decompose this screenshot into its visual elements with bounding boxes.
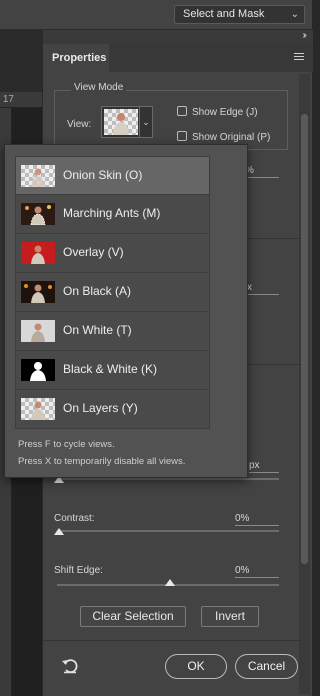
person-icon [31, 168, 45, 187]
black-white-thumbnail [21, 359, 55, 381]
menu-item-label: Onion Skin (O) [63, 168, 143, 182]
on-white-thumbnail [21, 320, 55, 342]
top-options-bar: Select and Mask ⌄ [0, 0, 312, 30]
contrast-slider-track[interactable] [57, 530, 279, 532]
ruler-number: 17 [2, 94, 14, 105]
horizontal-ruler: 17 [0, 92, 42, 108]
ok-button[interactable]: OK [165, 654, 227, 679]
checkbox-icon [177, 131, 187, 141]
menu-item-label: On Layers (Y) [63, 401, 138, 415]
panel-menu-icon[interactable] [294, 53, 304, 63]
cycle-views-hint: Press F to cycle views. [18, 439, 115, 450]
cancel-button[interactable]: Cancel [235, 654, 298, 679]
view-label: View: [67, 119, 92, 130]
opacity-value[interactable]: % [245, 165, 279, 178]
panel-collapse-strip: ›› [43, 30, 313, 44]
person-icon [30, 362, 46, 381]
show-edge-label: Show Edge (J) [192, 107, 258, 118]
marching-ants-thumbnail [21, 203, 55, 226]
checkbox-icon [177, 106, 187, 116]
menu-item-label: Marching Ants (M) [63, 206, 161, 220]
contrast-label: Contrast: [54, 513, 95, 524]
chevron-down-icon: ⌄ [139, 107, 152, 137]
clear-selection-button[interactable]: Clear Selection [80, 606, 186, 627]
overlay-thumbnail [21, 242, 55, 264]
feather-slider-track[interactable] [57, 478, 279, 480]
workspace-select-label: Select and Mask [183, 8, 265, 20]
menu-item-overlay[interactable]: Overlay (V) [15, 234, 210, 273]
onion-skin-thumbnail [21, 165, 55, 187]
menu-item-marching-ants[interactable]: Marching Ants (M) [15, 195, 210, 234]
feather-value[interactable]: px [249, 460, 279, 473]
tab-properties[interactable]: Properties [43, 44, 109, 72]
panel-scrollbar[interactable] [299, 74, 310, 694]
menu-item-black-white[interactable]: Black & White (K) [15, 351, 210, 390]
menu-item-on-white[interactable]: On White (T) [15, 312, 210, 351]
show-original-label: Show Original (P) [192, 132, 271, 143]
person-icon [25, 205, 51, 226]
shift-edge-slider-thumb[interactable] [165, 579, 175, 586]
shift-edge-label: Shift Edge: [54, 565, 103, 576]
shift-edge-value[interactable]: 0% [235, 565, 279, 578]
menu-item-label: On White (T) [63, 323, 132, 337]
view-mode-menu: Onion Skin (O) Marching Ants (M) Overlay… [4, 144, 248, 478]
show-original-checkbox[interactable]: Show Original (P) [177, 131, 270, 143]
view-mode-title: View Mode [71, 82, 127, 93]
panel-tab-row: Properties [43, 44, 313, 72]
on-black-thumbnail [21, 281, 55, 303]
section-divider [43, 640, 301, 641]
person-icon [31, 323, 45, 342]
view-thumbnail [104, 109, 138, 135]
menu-item-on-black[interactable]: On Black (A) [15, 273, 210, 312]
show-edge-checkbox[interactable]: Show Edge (J) [177, 106, 258, 118]
double-chevron-right-icon[interactable]: ›› [302, 30, 306, 41]
menu-item-label: On Black (A) [63, 284, 132, 298]
person-icon [31, 401, 45, 420]
person-silhouette-icon [113, 113, 129, 135]
reset-icon[interactable] [61, 658, 79, 674]
menu-item-on-layers[interactable]: On Layers (Y) [15, 390, 210, 429]
contrast-value[interactable]: 0% [235, 513, 279, 526]
disable-views-hint: Press X to temporarily disable all views… [18, 456, 186, 467]
on-layers-thumbnail [21, 398, 55, 420]
invert-button[interactable]: Invert [201, 606, 259, 627]
view-mode-list: Onion Skin (O) Marching Ants (M) Overlay… [15, 156, 210, 429]
menu-item-label: Black & White (K) [63, 362, 158, 376]
person-icon [24, 284, 52, 303]
scrollbar-thumb[interactable] [301, 114, 308, 564]
person-icon [31, 245, 45, 264]
contrast-slider-thumb[interactable] [54, 528, 64, 535]
menu-item-label: Overlay (V) [63, 245, 124, 259]
view-mode-picker[interactable]: ⌄ [101, 106, 153, 138]
radius-value[interactable]: x [247, 282, 279, 295]
menu-item-onion-skin[interactable]: Onion Skin (O) [15, 156, 210, 195]
workspace-select[interactable]: Select and Mask ⌄ [174, 5, 305, 24]
chevron-down-icon: ⌄ [290, 9, 299, 20]
